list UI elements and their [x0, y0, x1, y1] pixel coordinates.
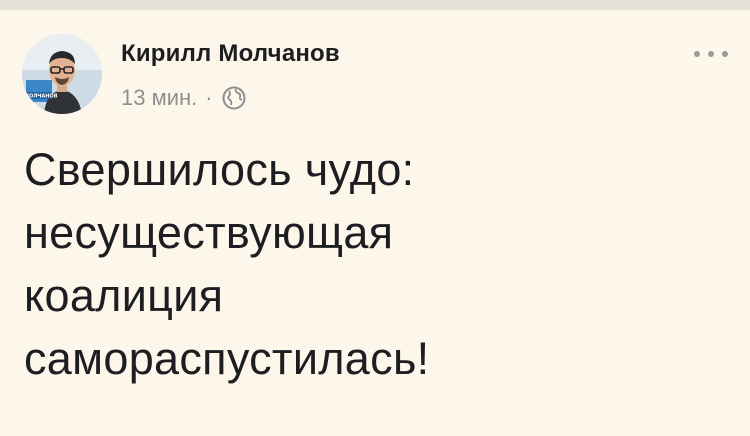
post-text: Свершилось чудо: несуществующая коалиция… [24, 144, 430, 384]
more-dot [708, 51, 714, 57]
author-name[interactable]: Кирилл Молчанов [121, 40, 340, 68]
more-options-icon[interactable] [694, 46, 728, 62]
svg-text:МОЛЧАНОВ: МОЛЧАНОВ [24, 94, 58, 100]
post-meta: 13 мин. · [121, 83, 247, 113]
top-divider [0, 0, 750, 10]
avatar[interactable]: МОЛЧАНОВ [22, 34, 102, 114]
more-dot [694, 51, 700, 57]
avatar-photo: МОЛЧАНОВ [22, 34, 102, 114]
post-card: МОЛЧАНОВ Кирилл Молчанов 13 мин. · Сверш… [0, 10, 750, 436]
meta-separator: · [205, 85, 213, 110]
post-timestamp[interactable]: 13 мин. [121, 85, 197, 111]
globe-icon[interactable] [221, 85, 247, 111]
more-dot [722, 51, 728, 57]
